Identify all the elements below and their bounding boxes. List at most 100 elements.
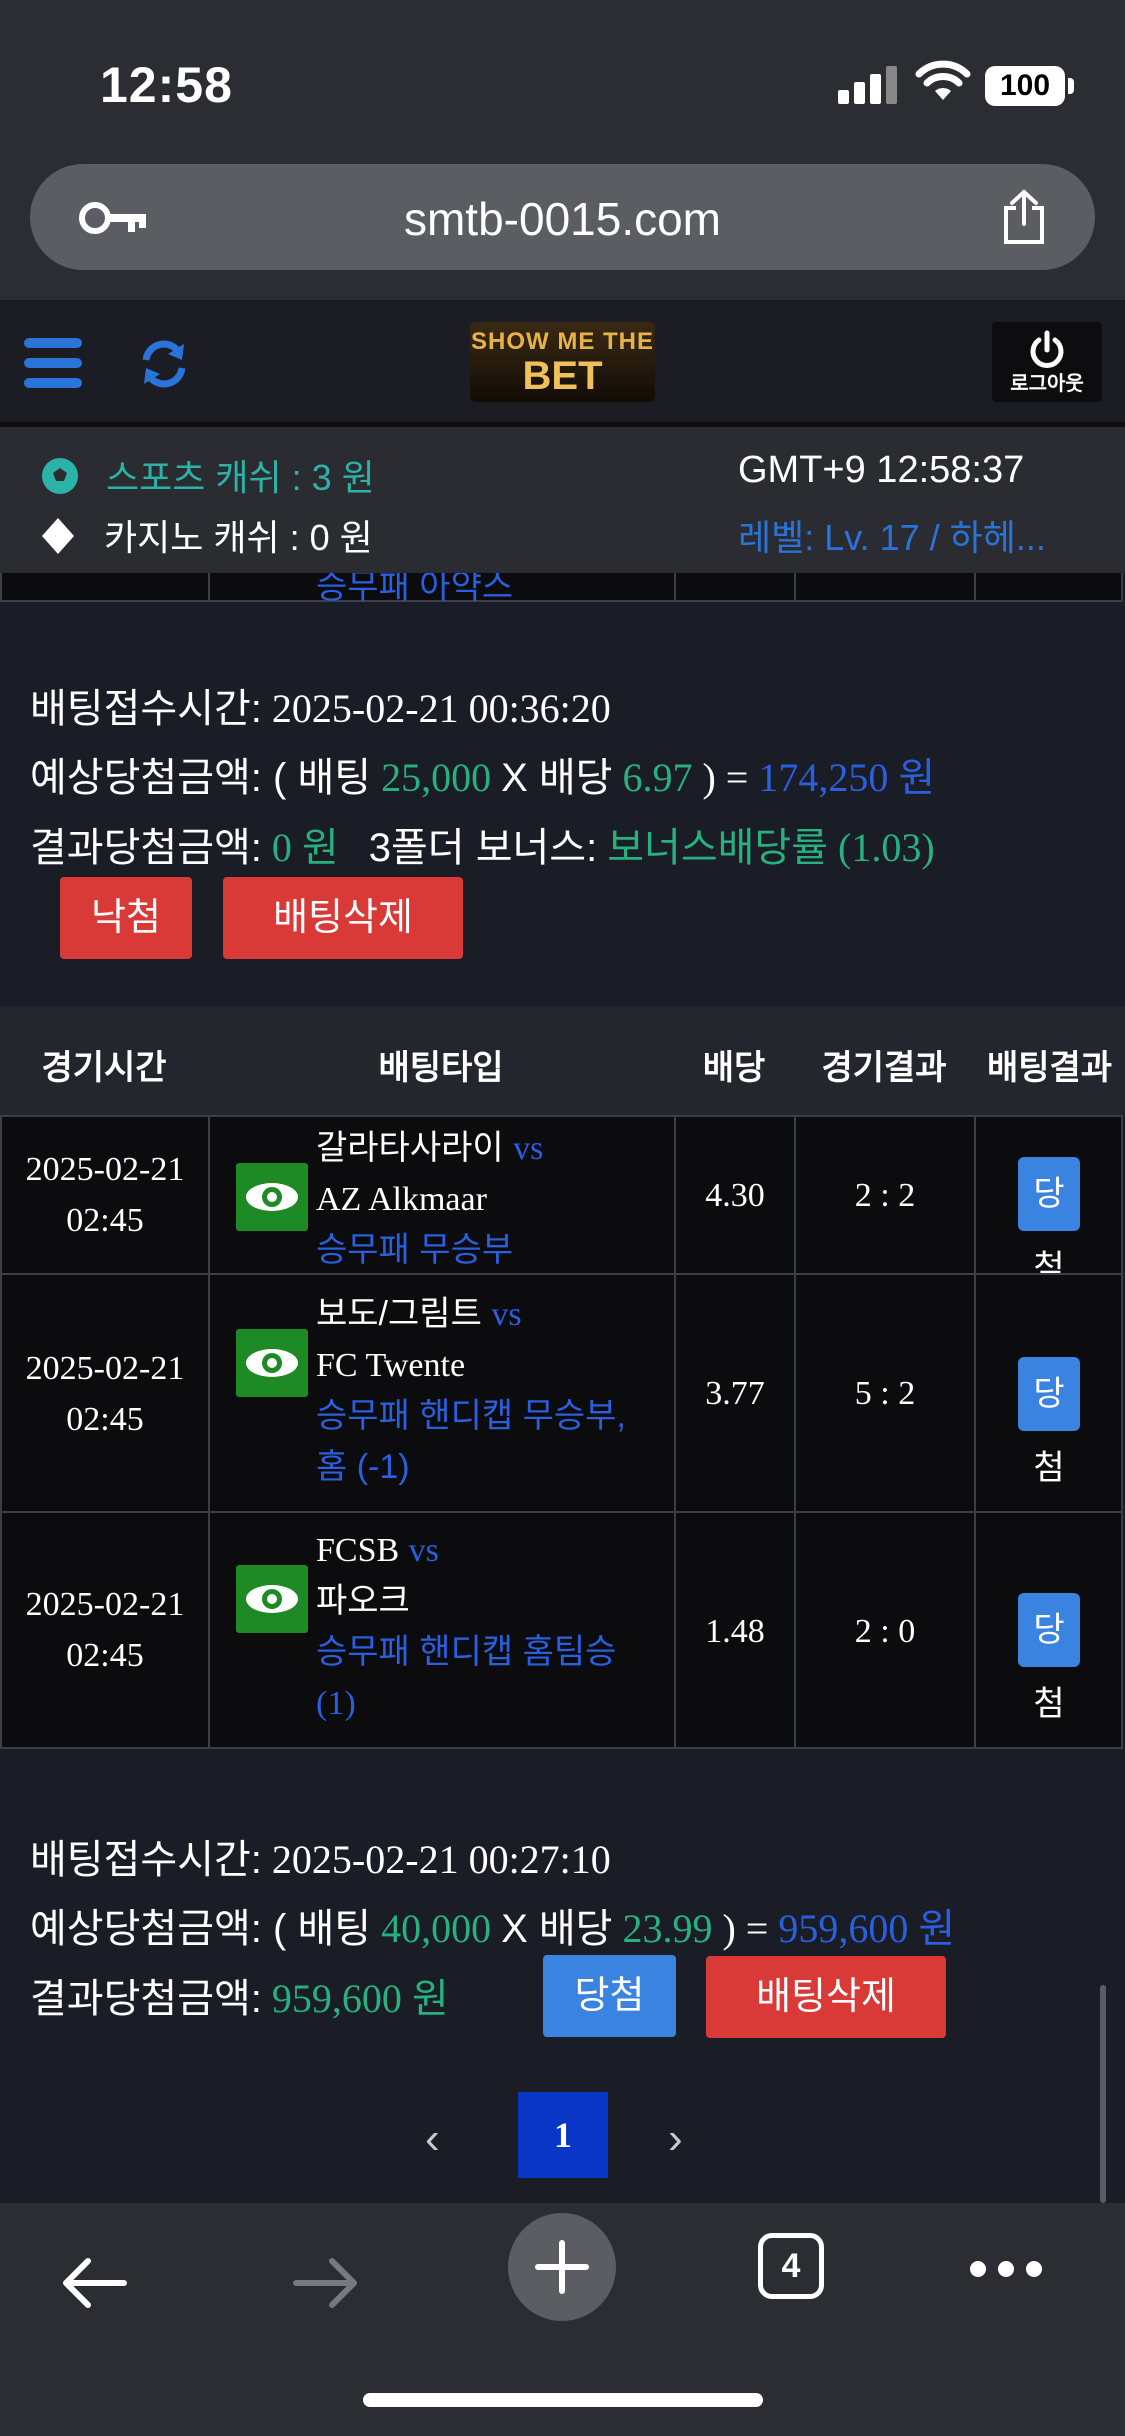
odds-label: X 배당 [501,1907,613,1951]
equals: ) = [702,755,749,800]
total-odds: 6.97 [622,755,693,800]
battery-icon: 100 [985,66,1065,106]
logout-label: 로그아웃 [1010,373,1084,395]
bet2-expected: 예상당첨금액: ( 배팅 40,000 X 배당 23.99 ) = 959,6… [30,1896,955,1954]
table-header: 경기시간 배팅타입 배당 경기결과 배팅결과 [0,1006,1125,1116]
vs-label: vs [491,1296,522,1333]
home-indicator [363,2393,763,2407]
battery-tip [1068,78,1074,94]
col-header-result: 배팅결과 [986,1049,1113,1087]
home-team: FCSB [316,1532,400,1569]
match-info: FCSB vs 파오크 승무패 핸디캡 홈팀승 (1) [316,1525,616,1729]
match-time: 02:45 [66,1637,144,1674]
bet-type-line2: (1) [316,1685,356,1722]
match-score: 5 : 2 [854,1375,916,1412]
match-score: 2 : 2 [854,1177,916,1214]
col-header-odds: 배당 [702,1049,766,1087]
more-icon[interactable] [970,2261,1054,2282]
col-header-type: 배팅타입 [378,1049,504,1087]
odds-label: X 배당 [501,756,613,800]
result-label: 결과당첨금액: [30,826,262,870]
expected-label: 예상당첨금액: ( 배팅 [30,1907,372,1951]
bet-type: 승무패 무승부 [316,1231,514,1269]
prev-page-button[interactable]: ‹ [425,2114,440,2164]
bet1-receipt: 배팅접수시간: 2025-02-21 00:36:20 [30,676,611,734]
table-row: 2025-02-21 02:45 보도/그림트 vs FC Twente 승무패 … [0,1273,1123,1513]
logo-top-text: SHOW ME THE [471,328,654,355]
match-datetime: 2025-02-21 02:45 [2,1579,208,1681]
expected-label: 예상당첨금액: ( 배팅 [30,756,372,800]
col-header-time: 경기시간 [41,1049,167,1087]
address-bar[interactable]: smtb-0015.com [30,164,1095,270]
share-icon[interactable] [998,188,1050,251]
match-time: 02:45 [66,1202,144,1239]
delete-bet-button[interactable]: 배팅삭제 [223,877,463,959]
match-time: 02:45 [66,1401,144,1438]
diamond-icon [40,517,104,558]
sports-cash-text: 스포츠 캐쉬 : 3 원 [106,457,375,498]
eye-icon [246,1349,298,1377]
match-info: 보도/그림트 vs FC Twente 승무패 핸디캡 무승부, 홈 (-1) [316,1289,626,1493]
view-match-button[interactable] [236,1565,308,1633]
forward-arrow-icon[interactable] [290,2255,362,2316]
receipt-label: 배팅접수시간: [30,687,262,731]
soccer-ball-icon [40,457,106,498]
away-team: FC Twente [316,1347,466,1384]
match-odds: 1.48 [705,1613,765,1650]
bet-type-text: 승무패 아약스 [316,573,514,606]
logout-button[interactable]: 로그아웃 [992,322,1102,402]
wifi-icon [915,60,971,109]
match-date: 2025-02-21 [25,1151,185,1188]
away-team: AZ Alkmaar [316,1181,487,1218]
bonus-label: 3폴더 보너스: [368,826,598,870]
bet2-receipt: 배팅접수시간: 2025-02-21 00:27:10 [30,1827,611,1885]
away-team: 파오크 [316,1582,410,1620]
expected-amount: 174,250 원 [758,755,936,800]
status-time: 12:58 [100,57,233,113]
match-odds: 3.77 [705,1375,765,1412]
logo-main-text: BET [522,354,603,398]
equals: ) = [722,1906,769,1951]
account-info-bar: 스포츠 캐쉬 : 3 원 카지노 캐쉬 : 0 원 GMT+9 12:58:37… [0,427,1125,573]
match-datetime: 2025-02-21 02:45 [2,1343,208,1445]
next-page-button[interactable]: › [668,2114,683,2164]
tabs-button[interactable]: 4 [758,2233,824,2299]
site-logo[interactable]: SHOW ME THE BET [470,322,655,402]
bet1-result: 결과당첨금액: 0 원 3폴더 보너스: 보너스배당률 (1.03) [30,815,935,873]
bet-type: 승무패 핸디캡 홈팀승 [316,1633,617,1671]
scrollbar[interactable] [1100,1985,1106,2203]
browser-address-area: smtb-0015.com [0,150,1125,300]
casino-cash-text: 카지노 캐쉬 : 0 원 [104,517,373,558]
new-tab-button[interactable] [508,2213,616,2321]
site-header: SHOW ME THE BET 로그아웃 [0,300,1125,427]
lost-status-button[interactable]: 낙첨 [60,877,192,959]
col-header-score: 경기결과 [821,1049,947,1087]
match-datetime: 2025-02-21 02:45 [2,1144,208,1246]
refresh-icon[interactable] [136,336,192,397]
back-arrow-icon[interactable] [58,2255,130,2316]
match-info: 갈라타사라이 vs AZ Alkmaar 승무패 무승부 [316,1123,543,1276]
home-team: 보도/그림트 [316,1295,482,1333]
eye-icon [246,1585,298,1613]
bet-history-content: 승무패 아약스 배팅접수시간: 2025-02-21 00:36:20 예상당첨… [0,573,1125,2203]
view-match-button[interactable] [236,1163,308,1231]
result-badge: 당첨 [1018,1593,1080,1723]
stake: 40,000 [381,1906,492,1951]
menu-icon[interactable] [24,338,82,398]
user-level[interactable]: 레벨: Lv. 17 / 하헤... [738,509,1046,561]
result-amount: 959,600 원 [271,1976,449,2021]
total-odds: 23.99 [622,1906,713,1951]
result-badge: 당첨 [1018,1157,1080,1287]
won-status-button[interactable]: 당첨 [543,1955,676,2037]
match-score: 2 : 0 [854,1613,916,1650]
view-match-button[interactable] [236,1329,308,1397]
current-page[interactable]: 1 [518,2092,608,2178]
delete-bet-button[interactable]: 배팅삭제 [706,1956,946,2038]
vs-label: vs [408,1532,439,1569]
status-bar: 12:58 100 [0,0,1125,150]
expected-amount: 959,600 원 [778,1906,956,1951]
bet-type-line2: 홈 (-1) [316,1448,410,1486]
gmt-time: GMT+9 12:58:37 [738,449,1025,491]
receipt-label: 배팅접수시간: [30,1838,262,1882]
eye-icon [246,1183,298,1211]
